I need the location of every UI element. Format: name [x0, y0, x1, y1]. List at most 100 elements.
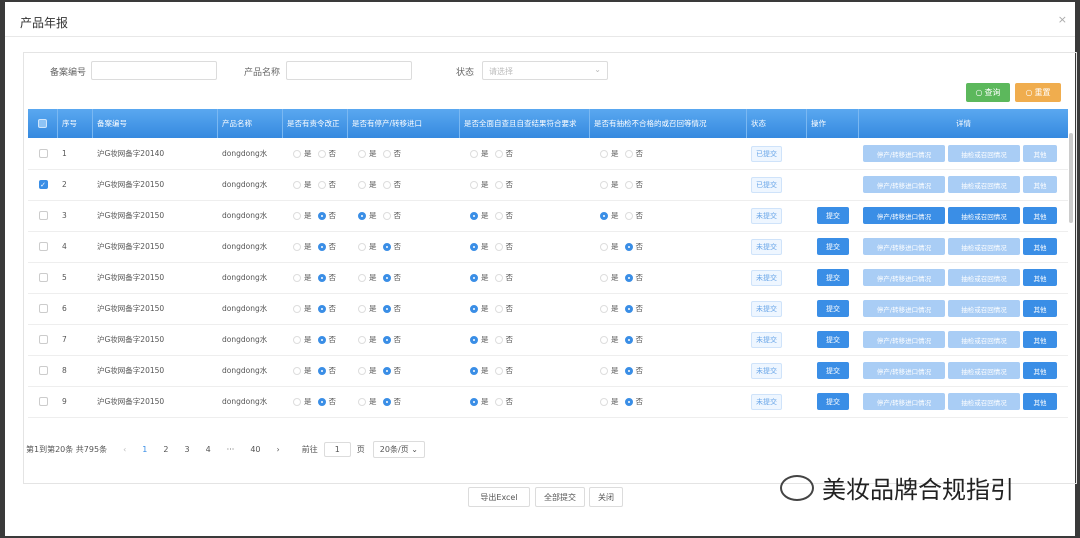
radio-yes[interactable] — [470, 397, 478, 406]
radio-no[interactable] — [494, 273, 503, 282]
radio-yes[interactable] — [358, 366, 366, 375]
other-detail-button[interactable]: 其他 — [1023, 362, 1057, 379]
radio-yes[interactable] — [600, 335, 608, 344]
inspection-detail-button[interactable]: 抽检或召回情况 — [948, 393, 1020, 410]
radio-yes[interactable] — [293, 273, 301, 282]
radio-no[interactable] — [317, 242, 326, 251]
radio-no[interactable] — [624, 242, 633, 251]
radio-yes[interactable] — [358, 273, 366, 282]
radio-no[interactable] — [382, 242, 391, 251]
radio-no[interactable] — [624, 211, 633, 220]
inspection-detail-button[interactable]: 抽检或召回情况 — [948, 300, 1020, 317]
radio-no[interactable] — [624, 366, 633, 375]
table-scrollbar[interactable] — [1069, 133, 1073, 223]
radio-yes[interactable] — [470, 180, 478, 189]
inspection-detail-button[interactable]: 抽检或召回情况 — [948, 238, 1020, 255]
radio-yes[interactable] — [358, 180, 366, 189]
pager-page-40[interactable]: 40 — [250, 445, 260, 454]
pager-goto-input[interactable]: 1 — [323, 442, 351, 457]
radio-yes[interactable] — [358, 211, 366, 220]
inspection-detail-button[interactable]: 抽检或召回情况 — [948, 145, 1020, 162]
radio-yes[interactable] — [600, 366, 608, 375]
radio-yes[interactable] — [470, 366, 478, 375]
radio-no[interactable] — [382, 180, 391, 189]
submit-all-button[interactable]: 全部提交 — [535, 487, 585, 507]
radio-yes[interactable] — [600, 397, 608, 406]
radio-no[interactable] — [494, 180, 503, 189]
row-checkbox[interactable] — [38, 397, 48, 406]
row-checkbox[interactable] — [38, 366, 48, 375]
radio-no[interactable] — [382, 366, 391, 375]
submit-button[interactable]: 提交 — [817, 269, 849, 286]
other-detail-button[interactable]: 其他 — [1023, 238, 1057, 255]
row-checkbox[interactable] — [38, 335, 48, 344]
submit-button[interactable]: 提交 — [817, 300, 849, 317]
stop-import-detail-button[interactable]: 停产/转移进口情况 — [863, 269, 945, 286]
pager-prev-icon[interactable]: ‹ — [123, 445, 126, 454]
other-detail-button[interactable]: 其他 — [1023, 300, 1057, 317]
other-detail-button[interactable]: 其他 — [1023, 176, 1057, 193]
radio-no[interactable] — [382, 273, 391, 282]
reset-button[interactable]: ○ 重置 — [1015, 83, 1061, 102]
radio-no[interactable] — [382, 397, 391, 406]
pager-next-icon[interactable]: › — [277, 445, 280, 454]
pager-page-1[interactable]: 1 — [142, 445, 147, 454]
radio-yes[interactable] — [470, 335, 478, 344]
stop-import-detail-button[interactable]: 停产/转移进口情况 — [863, 238, 945, 255]
inspection-detail-button[interactable]: 抽检或召回情况 — [948, 269, 1020, 286]
submit-button[interactable]: 提交 — [817, 207, 849, 224]
radio-yes[interactable] — [470, 242, 478, 251]
radio-no[interactable] — [494, 211, 503, 220]
radio-yes[interactable] — [358, 242, 366, 251]
record-no-input[interactable] — [91, 61, 217, 80]
radio-no[interactable] — [382, 211, 391, 220]
radio-yes[interactable] — [293, 397, 301, 406]
radio-yes[interactable] — [600, 242, 608, 251]
row-checkbox[interactable] — [38, 273, 48, 282]
radio-no[interactable] — [494, 366, 503, 375]
stop-import-detail-button[interactable]: 停产/转移进口情况 — [863, 176, 945, 193]
radio-no[interactable] — [494, 242, 503, 251]
radio-no[interactable] — [317, 366, 326, 375]
radio-no[interactable] — [624, 397, 633, 406]
radio-yes[interactable] — [358, 149, 366, 158]
radio-yes[interactable] — [293, 242, 301, 251]
inspection-detail-button[interactable]: 抽检或召回情况 — [948, 362, 1020, 379]
other-detail-button[interactable]: 其他 — [1023, 207, 1057, 224]
radio-yes[interactable] — [293, 149, 301, 158]
inspection-detail-button[interactable]: 抽检或召回情况 — [948, 176, 1020, 193]
radio-no[interactable] — [624, 304, 633, 313]
stop-import-detail-button[interactable]: 停产/转移进口情况 — [863, 393, 945, 410]
radio-yes[interactable] — [293, 304, 301, 313]
other-detail-button[interactable]: 其他 — [1023, 145, 1057, 162]
radio-no[interactable] — [494, 149, 503, 158]
row-checkbox[interactable]: ✓ — [38, 180, 48, 189]
stop-import-detail-button[interactable]: 停产/转移进口情况 — [863, 300, 945, 317]
radio-no[interactable] — [624, 180, 633, 189]
search-button[interactable]: ○ 查询 — [966, 83, 1010, 102]
radio-no[interactable] — [317, 180, 326, 189]
radio-no[interactable] — [494, 304, 503, 313]
stop-import-detail-button[interactable]: 停产/转移进口情况 — [863, 145, 945, 162]
radio-yes[interactable] — [358, 397, 366, 406]
close-button[interactable]: 关闭 — [589, 487, 623, 507]
inspection-detail-button[interactable]: 抽检或召回情况 — [948, 331, 1020, 348]
radio-yes[interactable] — [358, 304, 366, 313]
radio-yes[interactable] — [470, 304, 478, 313]
radio-no[interactable] — [317, 273, 326, 282]
radio-no[interactable] — [624, 273, 633, 282]
radio-no[interactable] — [494, 397, 503, 406]
radio-yes[interactable] — [293, 335, 301, 344]
radio-yes[interactable] — [600, 211, 608, 220]
radio-yes[interactable] — [293, 211, 301, 220]
pager-page-3[interactable]: 3 — [184, 445, 189, 454]
radio-yes[interactable] — [600, 180, 608, 189]
page-size-select[interactable]: 20条/页 ⌄ — [372, 441, 425, 458]
radio-yes[interactable] — [600, 304, 608, 313]
radio-no[interactable] — [494, 335, 503, 344]
radio-yes[interactable] — [470, 149, 478, 158]
radio-no[interactable] — [317, 149, 326, 158]
pager-ellipsis[interactable]: ··· — [227, 445, 235, 454]
select-all-checkbox[interactable] — [38, 119, 47, 128]
other-detail-button[interactable]: 其他 — [1023, 331, 1057, 348]
